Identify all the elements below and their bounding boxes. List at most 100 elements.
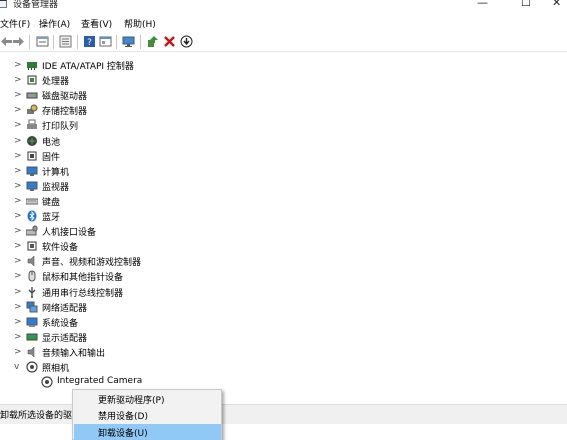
tree-item[interactable]: > 声音、视频和游戏控制器 bbox=[0, 254, 400, 269]
menu-file[interactable]: 文件(F) bbox=[0, 17, 30, 30]
maximize-button[interactable]: ☐ bbox=[521, 0, 531, 9]
tree-item-label: 磁盘驱动器 bbox=[42, 92, 88, 103]
uninstall-device-menu-item[interactable]: 卸载设备(U) bbox=[74, 423, 221, 440]
tree-item-label: 监视器 bbox=[42, 182, 70, 193]
expand-chevron-icon[interactable]: > bbox=[14, 181, 22, 191]
expand-chevron-icon[interactable]: > bbox=[14, 317, 22, 327]
tree-item-label: IDE ATA/ATAPI 控制器 bbox=[42, 62, 134, 72]
network-adapter-icon bbox=[26, 301, 38, 313]
firmware-icon bbox=[26, 150, 38, 162]
ide-controller-icon bbox=[26, 59, 38, 71]
details-view-icon[interactable] bbox=[99, 35, 112, 48]
disk-drive-icon bbox=[26, 89, 38, 101]
context-menu: 更新驱动程序(P) 禁用设备(D) 卸载设备(U) bbox=[72, 389, 222, 440]
toolbar: ? bbox=[0, 32, 567, 52]
expand-chevron-icon[interactable]: > bbox=[14, 241, 22, 251]
context-menu-item-label: 禁用设备(D) bbox=[98, 412, 148, 423]
menu-help[interactable]: 帮助(H) bbox=[124, 17, 156, 30]
expand-chevron-icon[interactable]: > bbox=[14, 75, 22, 85]
menu-bar: 文件(F) 操作(A) 查看(V) 帮助(H) bbox=[0, 14, 567, 32]
scan-icon[interactable] bbox=[180, 35, 193, 48]
toolbar-separator bbox=[77, 35, 78, 49]
storage-controller-icon bbox=[26, 104, 38, 116]
tree-item-label: 显示适配器 bbox=[42, 333, 88, 344]
properties-icon[interactable] bbox=[36, 35, 49, 48]
monitor-icon bbox=[26, 180, 38, 192]
tree-item-label: 音频输入和输出 bbox=[42, 348, 106, 359]
tree-item[interactable]: > 人机接口设备 bbox=[0, 224, 400, 239]
tree-item[interactable]: > 蓝牙 bbox=[0, 209, 400, 224]
tree-item-label: 计算机 bbox=[42, 167, 70, 178]
tree-item[interactable]: > 打印队列 bbox=[0, 118, 400, 133]
mouse-icon bbox=[26, 270, 38, 282]
display-adapter-icon bbox=[26, 331, 38, 343]
tree-item[interactable]: > 键盘 bbox=[0, 194, 400, 209]
tree-item[interactable]: > 软件设备 bbox=[0, 239, 400, 254]
toolbar-separator bbox=[140, 35, 141, 49]
tree-item[interactable]: v 照相机 bbox=[0, 360, 400, 375]
toolbar-separator bbox=[29, 35, 30, 49]
expand-chevron-icon[interactable]: > bbox=[14, 151, 22, 161]
status-text: 卸载所选设备的驱 bbox=[0, 411, 73, 421]
monitor-icon[interactable] bbox=[122, 35, 135, 48]
expand-chevron-icon[interactable]: > bbox=[14, 196, 22, 206]
update-driver-icon[interactable] bbox=[146, 35, 159, 48]
help-icon[interactable]: ? bbox=[83, 35, 96, 48]
tree-item-label: 系统设备 bbox=[42, 318, 79, 329]
disable-device-menu-item[interactable]: 禁用设备(D) bbox=[74, 407, 221, 423]
menu-view[interactable]: 查看(V) bbox=[81, 17, 112, 30]
keyboard-icon bbox=[25, 195, 39, 207]
tree-item-label: 软件设备 bbox=[42, 243, 79, 254]
expand-chevron-icon[interactable]: > bbox=[14, 256, 22, 266]
tree-item[interactable]: > 鼠标和其他指针设备 bbox=[0, 269, 400, 284]
tree-item[interactable]: > 系统设备 bbox=[0, 315, 400, 330]
tree-item[interactable]: > 固件 bbox=[0, 149, 400, 164]
software-device-icon bbox=[26, 240, 38, 252]
tree-item[interactable]: > 磁盘驱动器 bbox=[0, 88, 400, 103]
tree-item-label: 蓝牙 bbox=[42, 213, 61, 223]
expand-chevron-icon[interactable]: > bbox=[14, 226, 22, 236]
tree-item[interactable]: > 监视器 bbox=[0, 179, 400, 194]
expand-chevron-icon[interactable]: > bbox=[14, 271, 22, 281]
title-bar: 设备管理器 — ☐ ✕ bbox=[0, 0, 567, 14]
collapse-chevron-icon[interactable]: v bbox=[14, 362, 22, 372]
tree-item-label: 照相机 bbox=[42, 364, 70, 374]
expand-chevron-icon[interactable]: > bbox=[14, 166, 22, 176]
expand-chevron-icon[interactable]: > bbox=[14, 287, 22, 297]
tree-item-integrated-camera[interactable]: Integrated Camera bbox=[0, 375, 400, 390]
expand-chevron-icon[interactable]: > bbox=[14, 211, 22, 221]
context-menu-item-label: 卸载设备(U) bbox=[98, 428, 148, 439]
tree-item[interactable]: > 音频输入和输出 bbox=[0, 345, 400, 360]
forward-icon[interactable] bbox=[12, 35, 25, 48]
tree-item[interactable]: > 网络适配器 bbox=[0, 300, 400, 315]
context-menu-item-label: 更新驱动程序(P) bbox=[98, 396, 165, 406]
tree-item-label: 网络适配器 bbox=[42, 303, 88, 314]
expand-chevron-icon[interactable]: > bbox=[14, 90, 22, 100]
system-device-icon bbox=[26, 316, 38, 328]
tree-item[interactable]: > 通用串行总线控制器 bbox=[0, 285, 400, 300]
uninstall-icon[interactable] bbox=[163, 35, 176, 48]
tree-item[interactable]: > 处理器 bbox=[0, 73, 400, 88]
expand-chevron-icon[interactable]: > bbox=[14, 302, 22, 312]
tree-item[interactable]: > 计算机 bbox=[0, 164, 400, 179]
expand-chevron-icon[interactable]: > bbox=[14, 120, 22, 130]
update-driver-menu-item[interactable]: 更新驱动程序(P) bbox=[74, 391, 221, 407]
minimize-button[interactable]: — bbox=[477, 0, 488, 9]
camera-icon bbox=[26, 361, 38, 373]
expand-chevron-icon[interactable]: > bbox=[14, 347, 22, 357]
tree-item[interactable]: > 电池 bbox=[0, 134, 400, 149]
tree-item-label: 声音、视频和游戏控制器 bbox=[42, 258, 142, 269]
print-queue-icon bbox=[26, 119, 38, 131]
tree-item[interactable]: > 存储控制器 bbox=[0, 103, 400, 118]
menu-action[interactable]: 操作(A) bbox=[39, 17, 70, 30]
close-button[interactable]: ✕ bbox=[552, 0, 561, 9]
expand-chevron-icon[interactable]: > bbox=[14, 136, 22, 146]
tree-item[interactable]: > 显示适配器 bbox=[0, 330, 400, 345]
list-view-icon[interactable] bbox=[59, 35, 72, 48]
tree-item[interactable]: > IDE ATA/ATAPI 控制器 bbox=[0, 58, 400, 73]
expand-chevron-icon[interactable]: > bbox=[14, 332, 22, 342]
tree-item-label: 人机接口设备 bbox=[42, 228, 97, 239]
expand-chevron-icon[interactable]: > bbox=[14, 105, 22, 115]
expand-chevron-icon[interactable]: > bbox=[14, 60, 22, 70]
device-manager-app-icon bbox=[0, 0, 7, 8]
